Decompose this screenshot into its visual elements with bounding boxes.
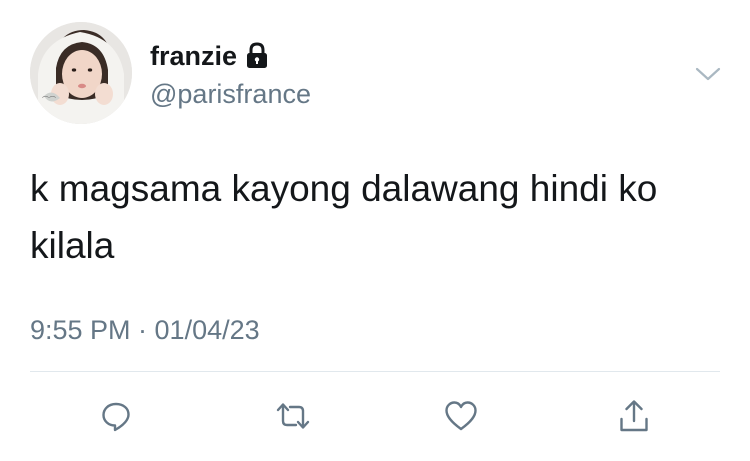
avatar[interactable]: ⌒⌒ bbox=[30, 22, 132, 124]
display-name[interactable]: franzie bbox=[150, 40, 237, 72]
lock-icon bbox=[245, 42, 269, 70]
retweet-icon bbox=[276, 403, 310, 429]
share-button[interactable] bbox=[612, 394, 656, 438]
share-icon bbox=[620, 400, 648, 432]
handle[interactable]: @parisfrance bbox=[150, 78, 311, 110]
reply-button[interactable] bbox=[94, 394, 138, 438]
like-button[interactable] bbox=[439, 394, 483, 438]
chevron-down-icon[interactable] bbox=[693, 62, 723, 86]
profile-photo: ⌒⌒ bbox=[30, 22, 132, 124]
retweet-button[interactable] bbox=[271, 394, 315, 438]
timestamp[interactable]: 9:55 PM · 01/04/23 bbox=[30, 313, 260, 347]
action-bar bbox=[0, 394, 750, 438]
heart-icon bbox=[445, 401, 477, 431]
tweet-text: k magsama kayong dalawang hindi ko kilal… bbox=[30, 168, 658, 266]
divider bbox=[30, 371, 720, 372]
reply-icon bbox=[102, 402, 130, 432]
svg-text:⌒⌒: ⌒⌒ bbox=[42, 96, 56, 104]
author-name-row[interactable]: franzie bbox=[150, 40, 269, 72]
